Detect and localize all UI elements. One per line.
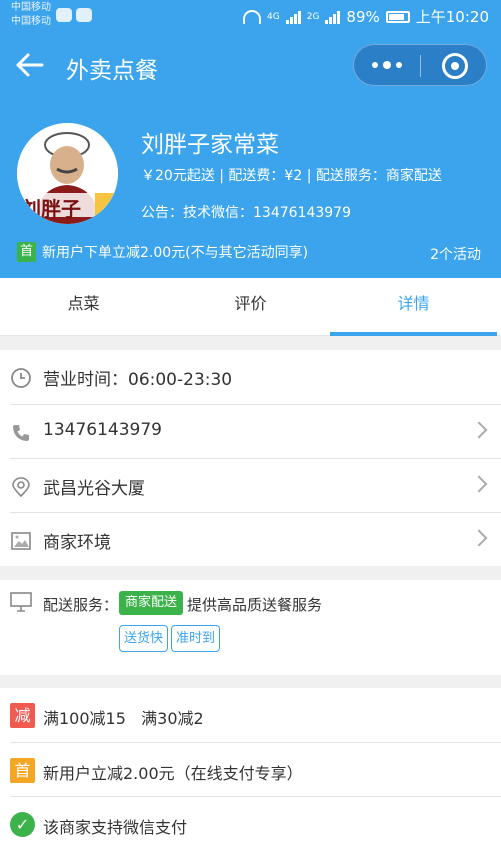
tab-bar: 点菜 评价 详情 bbox=[0, 278, 501, 336]
phone-number: 13476143979 bbox=[43, 420, 162, 440]
logo-text: 刘胖子 bbox=[21, 197, 81, 221]
activities-card: 减 满100减15 满30减2 首 新用户立减2.00元（在线支付专享） ✓ 该… bbox=[0, 688, 501, 841]
carrier-info: 中国移动 中国移动 bbox=[11, 1, 51, 29]
tab-details[interactable]: 详情 bbox=[330, 278, 497, 336]
merchant-delivery-tag: 商家配送 bbox=[119, 591, 184, 615]
notification-icons bbox=[56, 8, 92, 22]
new-user-promo: 首 新用户下单立减2.00元(不与其它活动同享) bbox=[17, 242, 308, 262]
clock: 上午10:20 bbox=[415, 8, 489, 26]
phone-icon bbox=[13, 425, 29, 441]
dot-icon bbox=[383, 61, 391, 69]
dot-icon bbox=[396, 62, 402, 68]
network-2g-label: 2G bbox=[306, 11, 320, 22]
back-button[interactable] bbox=[14, 50, 48, 80]
mini-program-capsule bbox=[353, 44, 487, 86]
on-time-tag: 准时到 bbox=[171, 625, 221, 652]
chevron-right-icon bbox=[470, 421, 488, 439]
battery-percent: 89% bbox=[346, 7, 380, 26]
location-pin-icon bbox=[12, 477, 30, 498]
monitor-icon bbox=[10, 592, 32, 612]
more-button[interactable] bbox=[354, 45, 420, 85]
battery-icon bbox=[385, 10, 410, 23]
shop-logo: 刘胖子 bbox=[17, 123, 118, 224]
discount-text: 满100减15 满30减2 bbox=[43, 709, 204, 728]
signal-icon bbox=[325, 10, 341, 24]
hours-row: 营业时间：06:00-23:30 bbox=[0, 350, 501, 404]
carrier-1: 中国移动 bbox=[11, 2, 51, 13]
dot-icon bbox=[372, 62, 378, 68]
back-arrow-icon bbox=[16, 53, 44, 77]
wechat-pay-text: 该商家支持微信支付 bbox=[43, 818, 188, 837]
delivery-service-label: 配送服务： bbox=[43, 596, 119, 614]
phone-row[interactable]: 13476143979 bbox=[0, 405, 501, 459]
shop-header: 中国移动 中国移动 4G 2G 89% 上午10:20 外卖点餐 刘胖子 刘胖子… bbox=[0, 0, 501, 278]
new-user-text: 新用户立减2.00元（在线支付专享） bbox=[43, 764, 303, 783]
page-title: 外卖点餐 bbox=[66, 58, 158, 84]
shop-delivery-info: ￥20元起送 | 配送费：¥2 | 配送服务：商家配送 bbox=[141, 168, 442, 184]
nav-bar: 外卖点餐 bbox=[0, 38, 501, 94]
environment-text: 商家环境 bbox=[43, 533, 111, 553]
promo-text: 新用户下单立减2.00元(不与其它活动同享) bbox=[42, 245, 309, 261]
wifi-icon bbox=[243, 9, 262, 24]
environment-row[interactable]: 商家环境 bbox=[0, 513, 501, 567]
clock-icon bbox=[11, 368, 31, 388]
app-notification-icon bbox=[76, 8, 92, 22]
fast-delivery-tag: 送货快 bbox=[119, 625, 169, 652]
delivery-service-desc: 提供高品质送餐服务 bbox=[187, 596, 323, 614]
address-row[interactable]: 武昌光谷大厦 bbox=[0, 459, 501, 513]
status-bar: 中国移动 中国移动 4G 2G 89% 上午10:20 bbox=[0, 0, 501, 32]
app-notification-icon bbox=[56, 8, 72, 22]
chevron-right-icon bbox=[470, 529, 488, 547]
shop-notice: 公告：技术微信：13476143979 bbox=[141, 205, 351, 221]
wechat-pay-activity: ✓ 该商家支持微信支付 bbox=[0, 797, 501, 841]
close-mini-program-icon[interactable] bbox=[442, 53, 468, 79]
activity-count-button[interactable]: 2个活动 bbox=[430, 244, 481, 264]
chevron-right-icon bbox=[470, 475, 488, 493]
tab-order[interactable]: 点菜 bbox=[0, 278, 167, 336]
discount-activity: 减 满100减15 满30减2 bbox=[0, 688, 501, 742]
carrier-2: 中国移动 bbox=[11, 16, 51, 27]
hours-text: 营业时间：06:00-23:30 bbox=[43, 370, 233, 390]
shop-details-card: 营业时间：06:00-23:30 13476143979 武昌光谷大厦 商家环境 bbox=[0, 350, 501, 566]
wechat-pay-icon: ✓ bbox=[10, 812, 35, 837]
tab-reviews[interactable]: 评价 bbox=[167, 278, 334, 336]
address-text: 武昌光谷大厦 bbox=[43, 479, 145, 499]
new-user-activity: 首 新用户立减2.00元（在线支付专享） bbox=[0, 743, 501, 797]
capsule-divider bbox=[420, 55, 421, 77]
shop-name: 刘胖子家常菜 bbox=[141, 132, 279, 158]
first-order-badge-icon: 首 bbox=[10, 758, 35, 783]
first-order-badge: 首 bbox=[17, 242, 36, 262]
image-icon bbox=[11, 532, 31, 550]
status-right: 4G 2G 89% 上午10:20 bbox=[243, 6, 489, 27]
network-4g-label: 4G bbox=[267, 11, 280, 22]
signal-icon bbox=[285, 10, 301, 24]
discount-badge-icon: 减 bbox=[10, 703, 35, 728]
